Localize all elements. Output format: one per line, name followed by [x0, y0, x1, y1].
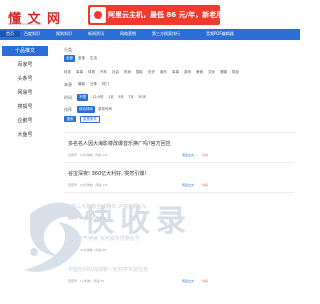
category-tag[interactable]: 游戏 [184, 70, 191, 75]
source-tag[interactable]: 最新 [78, 82, 85, 87]
sidebar-item-dayu[interactable]: 大鱼号 [2, 130, 48, 140]
order-label: 排序 [64, 107, 72, 112]
source-label: 来源 [64, 82, 72, 87]
nav-item-news[interactable]: 新闻资讯 [88, 31, 104, 37]
sidebar-item-toutiao[interactable]: 头条号 [2, 74, 48, 84]
sidebar-item-baijiahao[interactable]: 百家号 [2, 60, 48, 70]
category-tag[interactable]: 体育 [88, 70, 95, 75]
category-tag[interactable]: 财经 [232, 70, 239, 75]
time-tag[interactable]: 7天 [128, 95, 134, 100]
nav-item-ranking[interactable]: 第三方搜索排行 [152, 31, 180, 37]
category-tag[interactable]: 宝宝 [78, 56, 85, 61]
watermark-text: 快收录 [84, 204, 192, 239]
category-tag[interactable]: 历史 [148, 70, 155, 75]
nav-item-pdf-editor[interactable]: 音频PDF编辑器 [206, 31, 234, 37]
sidebar-item-shipin[interactable]: 十品推文 [2, 46, 48, 56]
time-label: 时间 [64, 95, 72, 100]
category-tag[interactable]: 军事 [172, 70, 179, 75]
ad-banner-text: 阿里云主机，最低 86 元/年，新老用户皆有优惠! [108, 11, 220, 19]
sidebar-item-qie[interactable]: 企鹅号 [2, 116, 48, 126]
category-tag[interactable]: 美食 [196, 70, 203, 75]
category-tag[interactable]: 国际 [136, 70, 143, 75]
category-tag[interactable]: 娱乐 [160, 70, 167, 75]
category-tag[interactable]: 文化 [208, 70, 215, 75]
article-title[interactable]: 谷宝深夜! 360亿大利好, 突然引爆! [68, 170, 146, 177]
time-tag[interactable]: 3天 [118, 95, 124, 100]
cloud-icon [90, 7, 106, 23]
time-tag[interactable]: 12小时 [92, 95, 103, 100]
search-button[interactable]: 搜索 [64, 116, 76, 122]
site-logo-subtitle: DONGWENWANG.COM [8, 22, 42, 26]
nav-item-marketing[interactable]: 网络营销 [120, 31, 136, 37]
divider [64, 162, 294, 163]
time-tag[interactable]: 30天 [138, 95, 146, 100]
main-nav: 首页 百度知识 搜狗知识 新闻资讯 网络营销 第三方搜索排行 音频PDF编辑器 [0, 29, 300, 40]
share-link[interactable]: 分享 [202, 153, 208, 157]
time-tag[interactable]: 1天 [108, 95, 114, 100]
category-tag[interactable]: 科技 [64, 70, 71, 75]
category-tag[interactable]: 健康 [220, 70, 227, 75]
category-tag[interactable]: 生活 [90, 56, 97, 61]
reset-button[interactable]: 重置条件 [80, 116, 100, 123]
category-label: 分类 [64, 47, 72, 52]
category-tag[interactable]: 汽车 [100, 70, 107, 75]
source-tag[interactable]: 热门 [102, 82, 109, 87]
article-meta: 百家号 · 10分钟前 · 阅读 2W [68, 153, 108, 157]
ad-banner[interactable]: 阿里云主机，最低 86 元/年，新老用户皆有优惠! [88, 5, 220, 25]
nav-item-sogou[interactable]: 搜狗知识 [56, 31, 72, 37]
sidebar-item-wangyi[interactable]: 网易号 [2, 88, 48, 98]
order-tag-time[interactable]: 发布时间 [98, 107, 112, 112]
category-tag[interactable]: 军事 [76, 70, 83, 75]
divider [64, 132, 294, 133]
time-tag-any[interactable]: 不限 [77, 94, 88, 101]
category-tag[interactable]: 时尚 [124, 70, 131, 75]
article-title[interactable]: 多名名人因大海影楼改爆音乐换厂吗?官方回应 [68, 140, 171, 147]
category-tag-all[interactable]: 全部 [64, 55, 75, 62]
nav-item-home[interactable]: 首页 [0, 31, 20, 37]
category-tag[interactable]: 社会 [112, 70, 119, 75]
order-tag-overall[interactable]: 综合排序 [77, 106, 95, 113]
read-link[interactable]: 阅读全文 [182, 153, 194, 157]
sidebar-item-souhu[interactable]: 搜狐号 [2, 102, 48, 112]
nav-item-baidu[interactable]: 百度知识 [24, 31, 40, 37]
source-tag[interactable]: 分享 [90, 82, 97, 87]
